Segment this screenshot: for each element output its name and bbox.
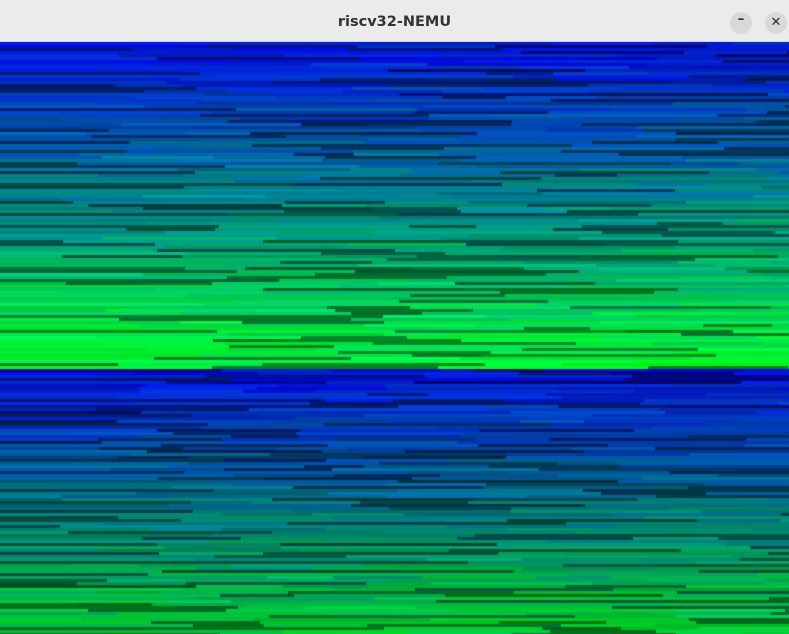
window-title: riscv32-NEMU	[337, 14, 452, 30]
title-bar[interactable]: riscv32-NEMU – ✕	[0, 0, 789, 42]
minimize-button[interactable]: –	[730, 12, 752, 34]
display-area[interactable]	[0, 42, 789, 634]
close-icon: ✕	[770, 15, 782, 30]
framebuffer-canvas[interactable]	[0, 42, 789, 634]
close-button[interactable]: ✕	[765, 12, 787, 34]
minimize-icon: –	[737, 12, 745, 27]
emulator-window: riscv32-NEMU – ✕	[0, 0, 789, 634]
